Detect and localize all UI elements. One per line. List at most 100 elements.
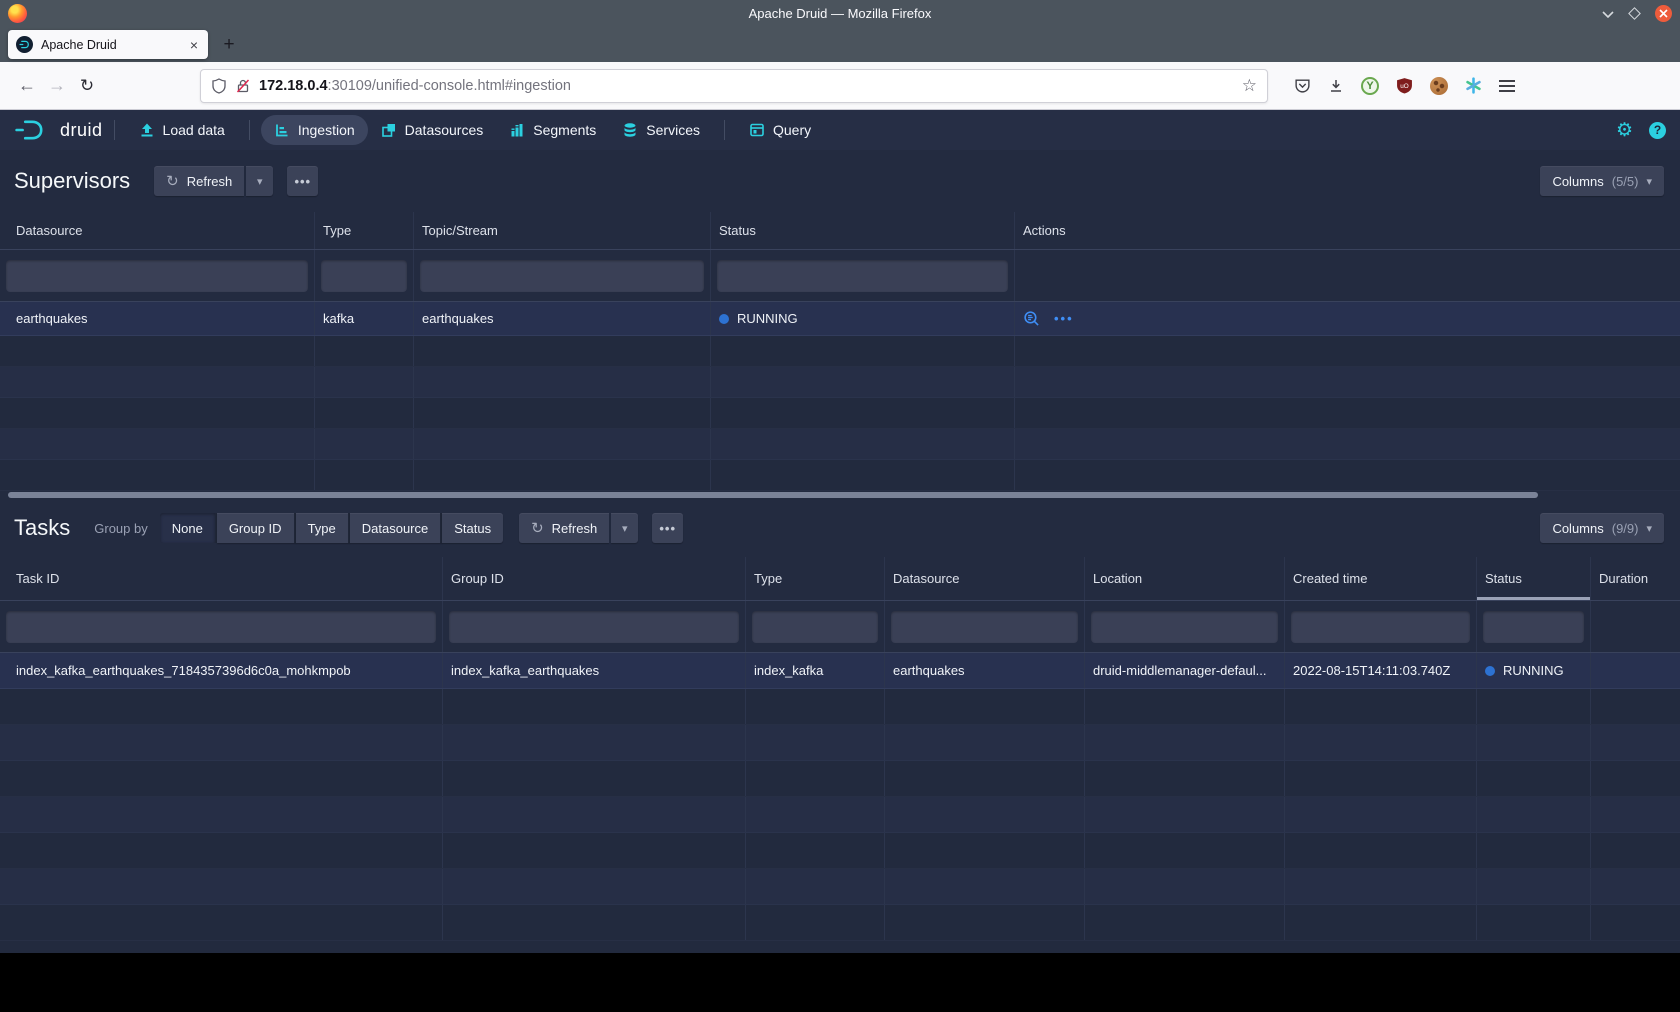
column-header-sorted[interactable]: Status bbox=[1477, 557, 1591, 600]
table-row bbox=[0, 689, 1680, 725]
inspect-magnifier-icon[interactable] bbox=[1023, 310, 1040, 327]
nav-ingestion[interactable]: Ingestion bbox=[261, 115, 368, 145]
filter-type-input[interactable] bbox=[321, 260, 407, 292]
forward-button[interactable]: → bbox=[42, 71, 72, 101]
group-by-group-id-button[interactable]: Group ID bbox=[217, 513, 296, 543]
nav-label: Datasources bbox=[405, 122, 484, 138]
window-maximize-icon[interactable] bbox=[1628, 7, 1641, 20]
druid-brand[interactable]: druid bbox=[14, 118, 103, 142]
supervisors-horizontal-scrollbar bbox=[0, 491, 1680, 499]
column-header[interactable]: Type bbox=[746, 557, 885, 600]
supervisors-more-button[interactable]: ••• bbox=[287, 166, 318, 196]
tab-close-icon[interactable]: × bbox=[188, 37, 200, 53]
supervisor-actions: ••• bbox=[1015, 302, 1680, 335]
nav-load-data[interactable]: Load data bbox=[126, 115, 238, 145]
table-row bbox=[0, 398, 1680, 429]
scrollbar-thumb[interactable] bbox=[8, 492, 1538, 498]
tasks-table: Task ID Group ID Type Datasource Locatio… bbox=[0, 557, 1680, 953]
group-by-status-button[interactable]: Status bbox=[442, 513, 503, 543]
column-header[interactable]: Datasource bbox=[0, 212, 315, 249]
supervisors-columns-button[interactable]: Columns (5/5) ▾ bbox=[1540, 166, 1664, 196]
filter-task-id-input[interactable] bbox=[6, 611, 436, 643]
filter-type-input[interactable] bbox=[752, 611, 878, 643]
nav-query[interactable]: Query bbox=[736, 115, 824, 145]
tasks-refresh-button[interactable]: ↻ Refresh bbox=[519, 513, 609, 543]
back-button[interactable]: ← bbox=[12, 71, 42, 101]
supervisor-status: RUNNING bbox=[711, 302, 1015, 335]
cookie-extension-icon[interactable] bbox=[1430, 77, 1448, 95]
divider bbox=[249, 120, 250, 140]
task-created-time: 2022-08-15T14:11:03.740Z bbox=[1285, 653, 1477, 688]
column-header[interactable]: Topic/Stream bbox=[414, 212, 711, 249]
window-minimize-icon[interactable] bbox=[1602, 10, 1614, 18]
group-by-datasource-button[interactable]: Datasource bbox=[350, 513, 442, 543]
ingestion-icon bbox=[274, 122, 290, 138]
refresh-label: Refresh bbox=[187, 174, 233, 189]
filter-datasource-input[interactable] bbox=[891, 611, 1078, 643]
insecure-lock-icon[interactable] bbox=[235, 78, 251, 94]
extension-asterisk-icon[interactable] bbox=[1465, 77, 1482, 94]
filter-location-input[interactable] bbox=[1091, 611, 1278, 643]
settings-gear-icon[interactable]: ⚙ bbox=[1616, 121, 1633, 140]
filter-status-input[interactable] bbox=[717, 260, 1008, 292]
refresh-label: Refresh bbox=[552, 521, 598, 536]
downloads-icon[interactable] bbox=[1328, 78, 1344, 94]
tasks-columns-button[interactable]: Columns (9/9) ▾ bbox=[1540, 513, 1664, 543]
column-header[interactable]: Status bbox=[711, 212, 1015, 249]
task-id: index_kafka_earthquakes_7184357396d6c0a_… bbox=[0, 653, 443, 688]
filter-topic-input[interactable] bbox=[420, 260, 704, 292]
group-by-none-button[interactable]: None bbox=[160, 513, 217, 543]
column-header[interactable]: Created time bbox=[1285, 557, 1477, 600]
supervisors-filter-row bbox=[0, 250, 1680, 302]
divider bbox=[114, 120, 115, 140]
pocket-icon[interactable] bbox=[1294, 77, 1311, 94]
nav-datasources[interactable]: Datasources bbox=[368, 115, 497, 145]
column-header[interactable]: Group ID bbox=[443, 557, 746, 600]
window-close-icon[interactable] bbox=[1655, 5, 1672, 22]
running-status-dot bbox=[1485, 666, 1495, 676]
segments-icon bbox=[509, 122, 525, 138]
supervisors-refresh-dropdown[interactable]: ▾ bbox=[246, 166, 273, 196]
filter-group-id-input[interactable] bbox=[449, 611, 739, 643]
brand-name: druid bbox=[60, 120, 103, 141]
tasks-more-button[interactable]: ••• bbox=[652, 513, 683, 543]
task-row[interactable]: index_kafka_earthquakes_7184357396d6c0a_… bbox=[0, 653, 1680, 689]
druid-header-bar: druid Load data Ingestion Datasources Se… bbox=[0, 110, 1680, 150]
ublock-origin-icon[interactable]: uO bbox=[1396, 77, 1413, 94]
column-header[interactable]: Duration bbox=[1591, 557, 1680, 600]
new-tab-button[interactable]: + bbox=[214, 30, 244, 59]
nav-label: Services bbox=[646, 122, 700, 138]
tasks-refresh-dropdown[interactable]: ▾ bbox=[611, 513, 638, 543]
chevron-down-icon: ▾ bbox=[257, 175, 263, 188]
nav-segments[interactable]: Segments bbox=[496, 115, 609, 145]
menu-icon[interactable] bbox=[1499, 80, 1515, 92]
filter-created-time-input[interactable] bbox=[1291, 611, 1470, 643]
table-row bbox=[0, 869, 1680, 905]
table-row bbox=[0, 429, 1680, 460]
filter-datasource-input[interactable] bbox=[6, 260, 308, 292]
extension-privacy-icon[interactable]: Y bbox=[1361, 77, 1379, 95]
url-text[interactable]: 172.18.0.4:30109/unified-console.html#in… bbox=[259, 78, 571, 94]
group-by-type-button[interactable]: Type bbox=[296, 513, 350, 543]
help-icon[interactable]: ? bbox=[1649, 122, 1666, 139]
column-header[interactable]: Type bbox=[315, 212, 414, 249]
column-header[interactable]: Datasource bbox=[885, 557, 1085, 600]
shield-icon[interactable] bbox=[211, 78, 227, 94]
desktop-background bbox=[0, 953, 1680, 1012]
browser-tab[interactable]: Apache Druid × bbox=[8, 30, 208, 59]
url-bar[interactable]: 172.18.0.4:30109/unified-console.html#in… bbox=[200, 69, 1268, 103]
supervisors-refresh-button[interactable]: ↻ Refresh bbox=[154, 166, 244, 196]
reload-button[interactable]: ↻ bbox=[72, 71, 102, 101]
tasks-filter-row bbox=[0, 601, 1680, 653]
bookmark-star-icon[interactable]: ☆ bbox=[1242, 76, 1257, 96]
column-header[interactable]: Actions bbox=[1015, 212, 1680, 249]
load-data-icon bbox=[139, 122, 155, 138]
column-header[interactable]: Task ID bbox=[0, 557, 443, 600]
nav-services[interactable]: Services bbox=[609, 115, 713, 145]
filter-status-input[interactable] bbox=[1483, 611, 1584, 643]
column-header[interactable]: Location bbox=[1085, 557, 1285, 600]
row-more-actions-icon[interactable]: ••• bbox=[1054, 311, 1074, 326]
supervisor-row[interactable]: earthquakes kafka earthquakes RUNNING ••… bbox=[0, 302, 1680, 336]
table-row bbox=[0, 336, 1680, 367]
task-group-id: index_kafka_earthquakes bbox=[443, 653, 746, 688]
